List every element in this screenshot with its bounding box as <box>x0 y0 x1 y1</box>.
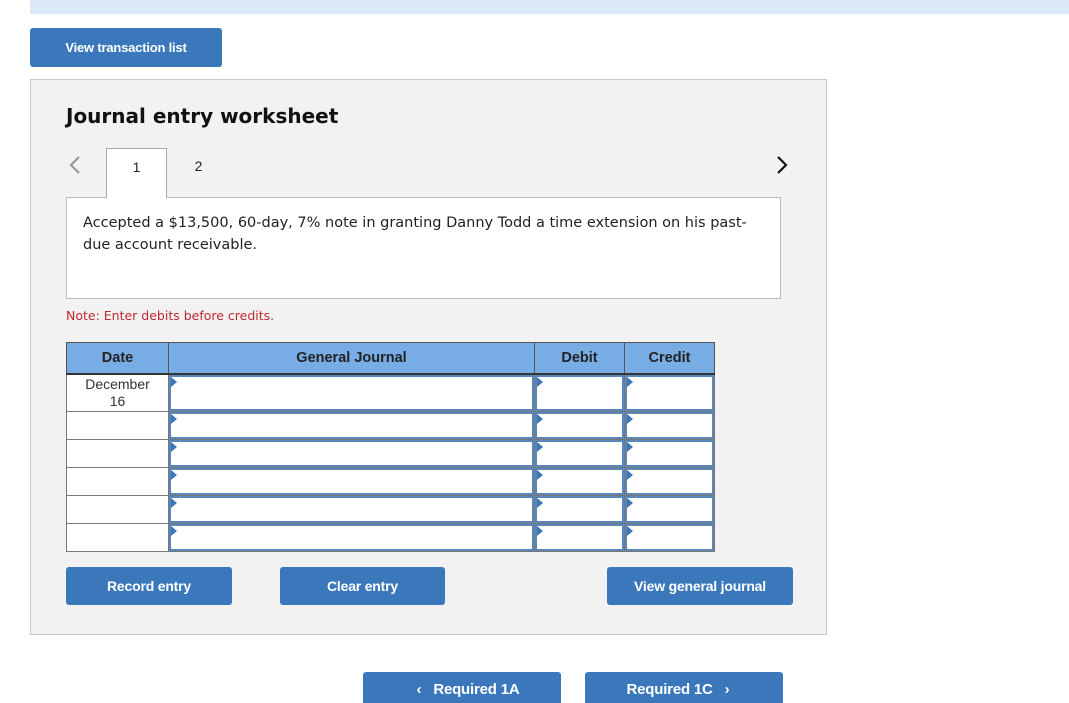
view-transaction-list-button[interactable]: View transaction list <box>30 28 222 67</box>
journal-entry-worksheet: Journal entry worksheet 1 2 Accepted a $… <box>30 79 827 635</box>
table-row: December 16 <box>66 373 715 412</box>
required-1c-label: Required 1C <box>626 681 713 698</box>
header-date: Date <box>66 342 169 375</box>
account-input[interactable] <box>169 440 534 467</box>
table-row <box>66 439 715 468</box>
chevron-left-icon[interactable] <box>67 153 83 177</box>
credit-input[interactable] <box>625 496 714 523</box>
header-credit: Credit <box>624 342 715 375</box>
required-1c-button[interactable]: Required 1C › <box>585 672 783 703</box>
table-header-row: Date General Journal Debit Credit <box>66 342 715 375</box>
credit-input[interactable] <box>625 412 714 439</box>
date-cell[interactable] <box>66 523 169 552</box>
debit-input[interactable] <box>535 374 624 411</box>
table-row <box>66 467 715 496</box>
header-debit: Debit <box>534 342 625 375</box>
tab-label: 1 <box>132 159 141 175</box>
credit-input[interactable] <box>625 440 714 467</box>
table-row <box>66 523 715 552</box>
account-input[interactable] <box>169 412 534 439</box>
tab-label: 2 <box>194 158 203 174</box>
journal-table: Date General Journal Debit Credit Decemb… <box>66 342 715 552</box>
note-text: Note: Enter debits before credits. <box>66 308 275 323</box>
date-cell[interactable]: December 16 <box>66 373 169 412</box>
header-general-journal: General Journal <box>168 342 535 375</box>
debit-input[interactable] <box>535 440 624 467</box>
required-1a-button[interactable]: ‹ Required 1A <box>363 672 561 703</box>
credit-input[interactable] <box>625 468 714 495</box>
required-1a-label: Required 1A <box>433 681 520 698</box>
account-input[interactable] <box>169 524 534 551</box>
debit-input[interactable] <box>535 468 624 495</box>
view-general-journal-button[interactable]: View general journal <box>607 567 793 605</box>
date-day: 16 <box>109 392 126 409</box>
top-banner <box>30 0 1069 14</box>
table-row <box>66 411 715 440</box>
account-input[interactable] <box>169 374 534 411</box>
tab-entry-2[interactable]: 2 <box>168 148 229 198</box>
chevron-left-icon: ‹ <box>416 681 422 698</box>
credit-input[interactable] <box>625 524 714 551</box>
account-input[interactable] <box>169 468 534 495</box>
date-cell[interactable] <box>66 495 169 524</box>
debit-input[interactable] <box>535 524 624 551</box>
debit-input[interactable] <box>535 496 624 523</box>
chevron-right-icon: › <box>724 681 730 698</box>
record-entry-button[interactable]: Record entry <box>66 567 232 605</box>
transaction-description: Accepted a $13,500, 60-day, 7% note in g… <box>66 197 781 299</box>
table-row <box>66 495 715 524</box>
date-cell[interactable] <box>66 411 169 440</box>
credit-input[interactable] <box>625 374 714 411</box>
clear-entry-button[interactable]: Clear entry <box>280 567 445 605</box>
date-month: December <box>85 375 150 392</box>
worksheet-title: Journal entry worksheet <box>66 104 339 128</box>
date-cell[interactable] <box>66 467 169 496</box>
date-cell[interactable] <box>66 439 169 468</box>
account-input[interactable] <box>169 496 534 523</box>
debit-input[interactable] <box>535 412 624 439</box>
chevron-right-icon[interactable] <box>774 153 790 177</box>
tab-entry-1[interactable]: 1 <box>106 148 167 198</box>
